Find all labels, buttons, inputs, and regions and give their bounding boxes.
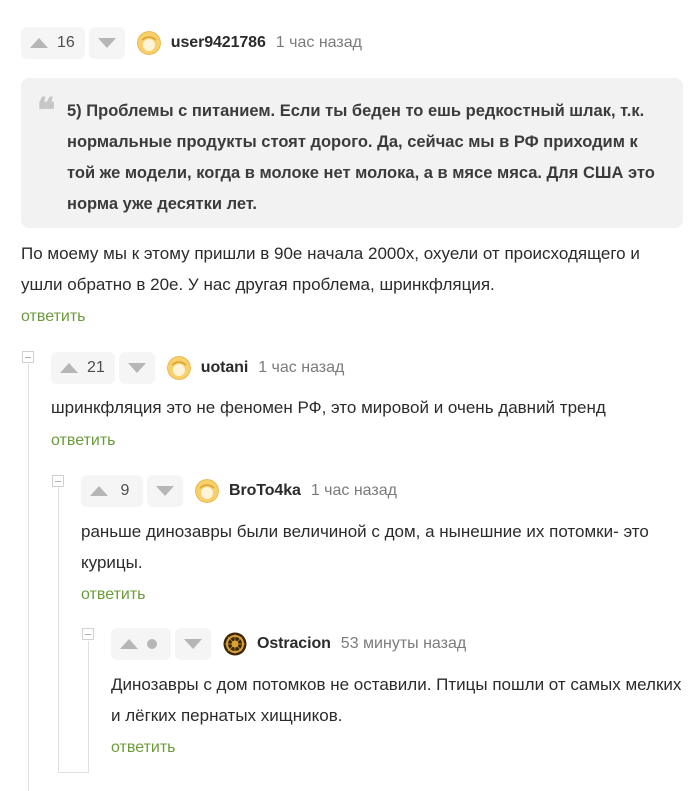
downvote-button[interactable] bbox=[147, 475, 183, 507]
downvote-button[interactable] bbox=[118, 352, 155, 384]
avatar[interactable] bbox=[223, 632, 247, 656]
comment-header: 21 uotani 1 час назад bbox=[51, 352, 344, 384]
comment-header: 16 user9421786 1 час назад bbox=[21, 27, 362, 59]
avatar[interactable] bbox=[136, 31, 161, 55]
comment-text: раньше динозавры были величиной с дом, а… bbox=[81, 522, 649, 572]
vote-count: 16 bbox=[57, 34, 75, 51]
thread-line-level3 bbox=[88, 641, 89, 773]
vote-box: 9 bbox=[81, 475, 143, 507]
comment-text: Динозавры с дом потомков не оставили. Пт… bbox=[111, 675, 682, 725]
quote-block: ❝ 5) Проблемы с питанием. Если ты беден … bbox=[21, 78, 683, 228]
arrow-down-icon bbox=[97, 38, 116, 48]
username[interactable]: Ostracion bbox=[257, 635, 331, 653]
vote-box: 21 bbox=[51, 352, 115, 384]
arrow-down-icon bbox=[127, 363, 146, 373]
collapse-thread-button[interactable] bbox=[22, 351, 34, 363]
arrow-up-icon bbox=[60, 363, 78, 373]
arrow-up-icon bbox=[120, 639, 138, 649]
comment-text: По моему мы к этому пришли в 90е начала … bbox=[21, 244, 640, 294]
reply-link[interactable]: ответить bbox=[111, 739, 176, 757]
vote-count: 21 bbox=[87, 359, 105, 376]
reply-link[interactable]: ответить bbox=[51, 432, 116, 450]
reply-link[interactable]: ответить bbox=[21, 308, 86, 326]
upvote-button[interactable] bbox=[51, 352, 87, 384]
avatar[interactable] bbox=[166, 356, 191, 380]
reply-link[interactable]: ответить bbox=[81, 586, 146, 604]
rating-hidden-icon bbox=[147, 639, 157, 649]
timestamp[interactable]: 53 минуты назад bbox=[341, 635, 466, 653]
upvote-button[interactable] bbox=[21, 27, 57, 59]
upvote-button[interactable] bbox=[111, 628, 147, 660]
timestamp[interactable]: 1 час назад bbox=[276, 34, 362, 52]
thread-line-level1 bbox=[28, 364, 29, 791]
vote-count: 9 bbox=[120, 482, 130, 499]
arrow-down-icon bbox=[184, 639, 202, 649]
comment-header: Ostracion 53 минуты назад bbox=[111, 628, 466, 660]
avatar[interactable] bbox=[195, 479, 219, 503]
comment-text: шринкфляция это не феномен РФ, это миров… bbox=[51, 398, 606, 417]
quote-icon: ❝ bbox=[37, 91, 56, 131]
upvote-button[interactable] bbox=[81, 475, 117, 507]
username[interactable]: uotani bbox=[201, 359, 249, 377]
downvote-button[interactable] bbox=[175, 628, 211, 660]
timestamp[interactable]: 1 час назад bbox=[258, 359, 344, 377]
arrow-up-icon bbox=[30, 38, 48, 48]
collapse-thread-button[interactable] bbox=[82, 628, 94, 640]
thread-line-level2 bbox=[58, 487, 59, 773]
quote-text: 5) Проблемы с питанием. Если ты беден то… bbox=[67, 102, 655, 213]
vote-box: 16 bbox=[21, 27, 85, 59]
comment-header: 9 BroTo4ka 1 час назад bbox=[81, 475, 397, 507]
username[interactable]: BroTo4ka bbox=[229, 482, 301, 500]
username[interactable]: user9421786 bbox=[171, 34, 266, 52]
downvote-button[interactable] bbox=[88, 27, 125, 59]
arrow-down-icon bbox=[156, 486, 174, 496]
timestamp[interactable]: 1 час назад bbox=[311, 482, 397, 500]
collapse-thread-button[interactable] bbox=[52, 475, 64, 487]
vote-box bbox=[111, 628, 171, 660]
arrow-up-icon bbox=[90, 486, 108, 496]
thread-line-level2-end bbox=[58, 772, 88, 773]
